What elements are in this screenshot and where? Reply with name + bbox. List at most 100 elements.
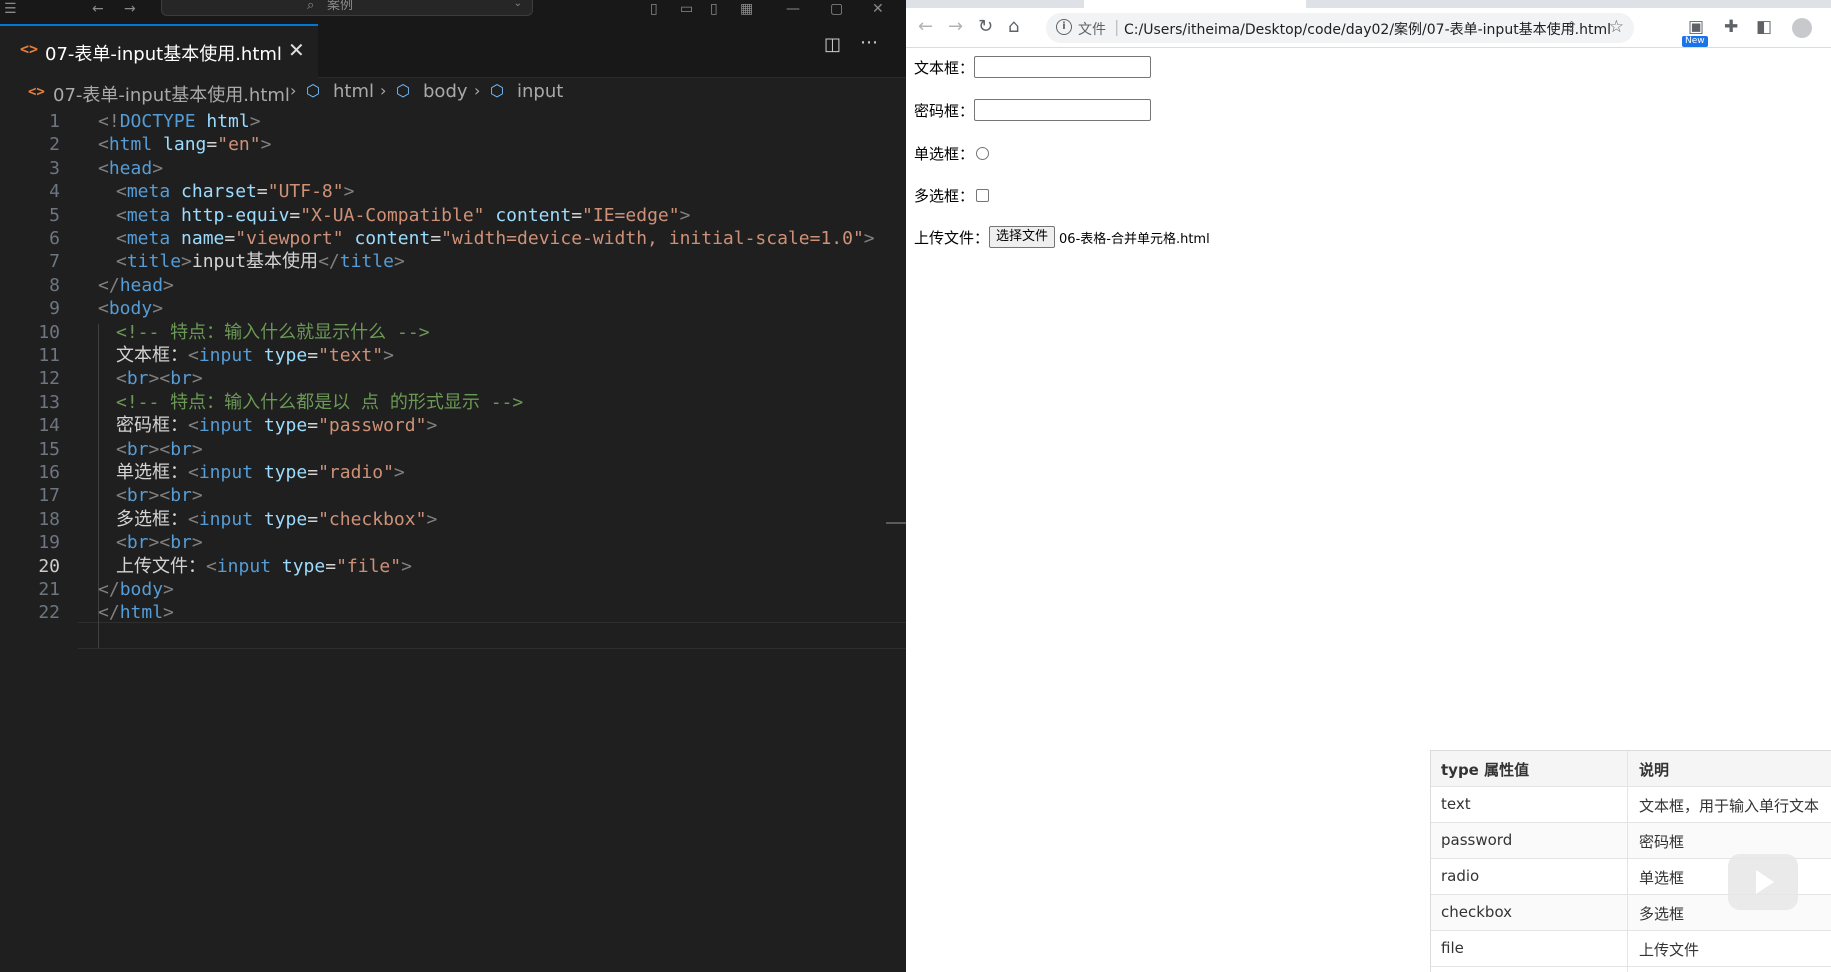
code-token: "text": [318, 345, 384, 366]
code-token: <: [116, 251, 127, 273]
forward-icon[interactable]: →: [948, 17, 963, 37]
code-token: br: [126, 485, 149, 507]
text-label: 文本框：: [914, 58, 975, 77]
password-row: 密码框：: [914, 99, 1152, 121]
choose-file-button[interactable]: 选择文件: [989, 226, 1056, 248]
back-icon[interactable]: ←: [918, 17, 933, 37]
code-token: <: [98, 298, 109, 320]
forward-arrow-icon[interactable]: →: [124, 1, 136, 17]
command-center[interactable]: ⌕ 案例 ⌄: [161, 0, 533, 16]
info-icon[interactable]: i: [1056, 19, 1072, 35]
code-token: <: [116, 485, 127, 507]
chevron-right-icon: ›: [290, 81, 297, 100]
code-line[interactable]: 22 </html>: [0, 599, 906, 626]
table-cell: 单选框: [1639, 869, 1685, 887]
code-token: 文本框：: [116, 345, 188, 366]
code-token: =: [256, 181, 268, 203]
profile-avatar[interactable]: [1792, 18, 1812, 38]
code-token: 密码框：: [116, 415, 188, 437]
tab-close-icon[interactable]: ✕: [288, 38, 305, 62]
address-url[interactable]: C:/Users/itheima/Desktop/code/day02/案例/0…: [1124, 19, 1611, 39]
code-token: =: [206, 134, 218, 156]
table-row: text 文本框，用于输入单行文本: [1431, 787, 1831, 823]
code-token: <: [98, 134, 109, 156]
menu-icon[interactable]: ☰: [4, 1, 17, 17]
checkbox-label: 多选框：: [914, 187, 975, 205]
element-cube-icon: ⬡: [306, 81, 320, 100]
extension-app-icon[interactable]: ▣: [1688, 17, 1704, 37]
code-token: html: [195, 111, 250, 132]
browser-tab-strip: [906, 0, 1831, 8]
minimize-icon[interactable]: —: [786, 1, 800, 17]
password-label: 密码框：: [914, 101, 975, 120]
code-token: <: [116, 438, 127, 460]
table-column-divider: [1627, 751, 1628, 972]
chosen-file-name: 06-表格-合并单元格.html: [1059, 231, 1210, 247]
checkbox-input[interactable]: [976, 189, 990, 202]
code-token: </: [318, 251, 340, 273]
table-cell: 上传文件: [1639, 941, 1700, 959]
element-cube-icon: ⬡: [490, 81, 504, 100]
code-token: 上传文件：: [116, 555, 206, 577]
close-window-icon[interactable]: ✕: [872, 1, 884, 17]
share-icon[interactable]: ⇪: [1565, 18, 1578, 36]
address-bar[interactable]: i 文件 | C:/Users/itheima/Desktop/code/day…: [1046, 13, 1634, 43]
extensions-puzzle-icon[interactable]: ✚: [1724, 17, 1738, 37]
code-token: "radio": [318, 462, 394, 483]
table-cell: 多选框: [1639, 905, 1685, 923]
chevron-right-icon: ›: [380, 81, 387, 100]
code-token: >: [191, 485, 203, 507]
code-token: >: [191, 438, 203, 460]
code-token: br: [126, 532, 149, 554]
back-arrow-icon[interactable]: ←: [92, 1, 104, 17]
more-actions-icon[interactable]: ⋯: [860, 32, 878, 53]
code-token: <: [116, 204, 127, 226]
code-token: >: [163, 579, 174, 600]
code-token: =: [307, 462, 319, 483]
code-token: type: [271, 555, 326, 577]
home-icon[interactable]: ⌂: [1008, 17, 1019, 37]
code-token: =: [325, 555, 337, 577]
breadcrumb-input[interactable]: input: [517, 81, 563, 102]
editor-tab-bar: <> 07-表单-input基本使用.html ✕ ◫ ⋯: [0, 24, 906, 78]
code-token: >: [401, 555, 412, 577]
video-play-button[interactable]: [1728, 854, 1798, 910]
code-token: </: [98, 274, 120, 296]
reload-icon[interactable]: ↻: [978, 17, 993, 37]
code-token: <!-- 特点：输入什么都是以 点 的形式显示 -->: [116, 391, 524, 413]
code-token: body: [108, 298, 153, 320]
layout-sidebar-icon[interactable]: ▯: [650, 1, 658, 17]
code-token: br: [170, 438, 192, 460]
address-separator: |: [1114, 17, 1120, 36]
layout-secondary-icon[interactable]: ▯: [710, 1, 718, 17]
code-editor[interactable]: 1 <!DOCTYPE html> 2 <html lang="en"> 3 <head>…: [0, 108, 906, 972]
code-token: head: [119, 274, 164, 296]
code-text: </html>: [98, 599, 174, 626]
password-input[interactable]: [974, 99, 1152, 121]
code-token: >: [393, 251, 405, 273]
code-token: >: [863, 228, 875, 249]
breadcrumb-file[interactable]: 07-表单-input基本使用.html: [53, 81, 290, 107]
editor-tab-active[interactable]: <> 07-表单-input基本使用.html ✕: [0, 24, 318, 78]
radio-input[interactable]: [976, 147, 990, 160]
breadcrumb-html[interactable]: html: [333, 81, 374, 102]
bookmark-star-icon[interactable]: ☆: [1609, 17, 1624, 37]
code-token: charset: [170, 181, 257, 203]
code-token: content: [343, 228, 431, 249]
code-token: <: [188, 345, 199, 366]
breadcrumb-body[interactable]: body: [423, 81, 468, 102]
code-token: <: [188, 415, 199, 437]
maximize-icon[interactable]: ▢: [830, 1, 843, 17]
code-token: <: [116, 228, 127, 249]
code-token: =: [307, 508, 319, 530]
table-cell: radio: [1441, 867, 1480, 885]
table-cell: password: [1441, 831, 1513, 849]
code-token: type: [253, 462, 308, 483]
customize-layout-icon[interactable]: ▦: [740, 1, 753, 17]
code-token: =: [307, 345, 319, 366]
text-input[interactable]: [974, 56, 1152, 78]
browser-tab-active[interactable]: [1084, 0, 1306, 8]
layout-panel-icon[interactable]: ▭: [680, 1, 693, 17]
split-editor-icon[interactable]: ◫: [824, 34, 841, 55]
side-panel-icon[interactable]: ◧: [1756, 17, 1772, 37]
